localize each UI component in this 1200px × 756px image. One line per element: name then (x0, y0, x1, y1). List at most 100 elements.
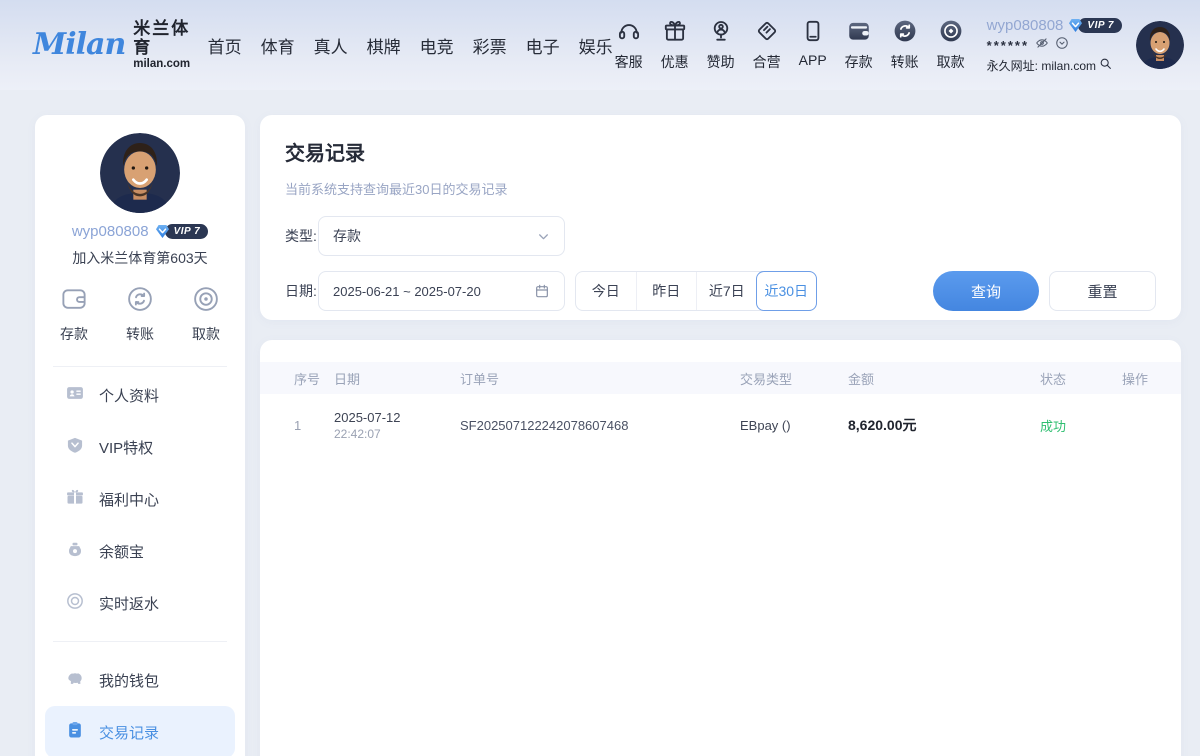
sidebar-divider-1 (53, 366, 227, 367)
range-7days-button[interactable]: 近7日 (696, 272, 757, 310)
gift-icon (662, 18, 688, 49)
range-today-button[interactable]: 今日 (576, 272, 636, 310)
quick-transfer-button[interactable]: 转账 (125, 284, 155, 344)
nav-item-lottery[interactable]: 彩票 (473, 33, 507, 58)
sidebar-item-transactions[interactable]: 交易记录 (45, 706, 235, 756)
magnifier-icon[interactable] (1099, 57, 1112, 73)
logo-domain-text: milan.com (133, 58, 190, 71)
date-range-input[interactable]: 2025-06-21 ~ 2025-07-20 (318, 271, 565, 311)
money-pot-icon (65, 539, 85, 563)
vip-shield-icon (65, 435, 85, 459)
piggy-wallet-icon (65, 668, 85, 692)
row-status-badge: 成功 (1040, 416, 1122, 435)
permanent-url-text: 永久网址: milan.com (987, 57, 1096, 74)
row-transaction-type: EBpay () (740, 418, 848, 433)
sidebar-item-transactions-label: 交易记录 (99, 722, 159, 743)
type-filter-row: 类型: 存款 (285, 216, 1156, 256)
sidebar-avatar[interactable] (100, 133, 180, 213)
col-index: 序号 (294, 369, 334, 388)
nav-item-cards[interactable]: 棋牌 (367, 33, 401, 58)
row-date-time: 22:42:07 (334, 427, 460, 441)
row-date: 2025-07-12 22:42:07 (334, 410, 460, 441)
range-yesterday-button[interactable]: 昨日 (636, 272, 697, 310)
nav-item-home[interactable]: 首页 (208, 33, 242, 58)
transfer-button[interactable]: 转账 (889, 18, 921, 72)
sidebar-item-benefits[interactable]: 福利中心 (35, 473, 245, 525)
sidebar-item-rebate[interactable]: 实时返水 (35, 577, 245, 629)
date-quick-range-group: 今日 昨日 近7日 近30日 (575, 271, 817, 311)
app-label: APP (799, 52, 827, 68)
col-type: 交易类型 (740, 369, 848, 388)
partner-button[interactable]: 合营 (751, 18, 783, 72)
withdraw-button[interactable]: 取款 (935, 18, 967, 72)
transfer-outline-icon (125, 284, 155, 317)
deposit-button[interactable]: 存款 (843, 18, 875, 72)
sponsor-icon (708, 18, 734, 49)
type-label: 类型: (285, 226, 318, 246)
transfer-icon (892, 18, 918, 49)
chevron-circle-icon[interactable] (1055, 36, 1069, 55)
row-index: 1 (294, 418, 334, 433)
col-action: 操作 (1122, 369, 1156, 388)
app-button[interactable]: APP (797, 18, 829, 68)
vip-level-text: VIP 7 (1078, 18, 1122, 33)
range-30days-button[interactable]: 近30日 (756, 271, 818, 311)
rebate-coin-icon (65, 591, 85, 615)
sidebar-item-wallet-label: 我的钱包 (99, 670, 159, 691)
sidebar-quick-actions: 存款 转账 取款 (35, 284, 245, 344)
eye-off-icon[interactable] (1035, 36, 1049, 55)
sidebar-item-vip[interactable]: VIP特权 (35, 421, 245, 473)
headset-icon (616, 18, 642, 49)
sidebar-username-text: wyp080808 (72, 223, 149, 240)
nav-item-entertainment[interactable]: 娱乐 (579, 33, 613, 58)
sidebar-vip-badge: VIP 7 (154, 223, 209, 240)
brand-logo[interactable]: Milan 米兰体育 milan.com (33, 19, 191, 71)
table-row: 1 2025-07-12 22:42:07 SF2025071222420786… (260, 394, 1181, 456)
withdraw-label: 取款 (937, 52, 965, 72)
quick-deposit-label: 存款 (60, 324, 88, 344)
sidebar-menu-wallet: 我的钱包 交易记录 (35, 654, 245, 756)
sidebar-item-yuebao[interactable]: 余额宝 (35, 525, 245, 577)
transactions-table-card: 序号 日期 订单号 交易类型 金额 状态 操作 1 2025-07-12 22:… (260, 340, 1181, 756)
query-button[interactable]: 查询 (933, 271, 1039, 311)
sponsor-button[interactable]: 赞助 (705, 18, 737, 72)
partner-icon (754, 18, 780, 49)
sidebar-item-yuebao-label: 余额宝 (99, 541, 144, 562)
nav-item-esports[interactable]: 电竞 (420, 33, 454, 58)
page-subtitle: 当前系统支持查询最近30日的交易记录 (285, 179, 1181, 198)
profile-sidebar: wyp080808 VIP 7 加入米兰体育第603天 存款 (35, 115, 245, 756)
nav-item-sports[interactable]: 体育 (261, 33, 295, 58)
sidebar-item-rebate-label: 实时返水 (99, 593, 159, 614)
deposit-label: 存款 (845, 52, 873, 72)
header-quick-icons: 客服 优惠 (613, 18, 967, 72)
quick-withdraw-button[interactable]: 取款 (191, 284, 221, 344)
vip-badge: VIP 7 (1067, 17, 1122, 34)
clipboard-record-icon (65, 720, 85, 744)
sponsor-label: 赞助 (707, 52, 735, 72)
sidebar-item-vip-label: VIP特权 (99, 437, 153, 458)
sidebar-item-profile-label: 个人资料 (99, 385, 159, 406)
nav-item-slots[interactable]: 电子 (526, 33, 560, 58)
reset-button[interactable]: 重置 (1049, 271, 1156, 311)
gift-box-icon (65, 487, 85, 511)
logo-script-text: Milan (33, 30, 125, 60)
sidebar-item-wallet[interactable]: 我的钱包 (35, 654, 245, 706)
col-date: 日期 (334, 369, 460, 388)
masked-balance-text: ****** (987, 38, 1029, 53)
service-button[interactable]: 客服 (613, 18, 645, 72)
promo-button[interactable]: 优惠 (659, 18, 691, 72)
user-avatar[interactable] (1136, 21, 1184, 69)
logo-cn-text: 米兰体育 (133, 19, 190, 58)
type-select[interactable]: 存款 (318, 216, 565, 256)
service-label: 客服 (615, 52, 643, 72)
transfer-label: 转账 (891, 52, 919, 72)
date-filter-row: 日期: 2025-06-21 ~ 2025-07-20 今日 昨日 近7日 近3… (285, 271, 1156, 311)
col-amount: 金额 (848, 369, 1040, 388)
row-amount: 8,620.00元 (848, 415, 1040, 435)
withdraw-outline-icon (191, 284, 221, 317)
sidebar-item-profile[interactable]: 个人资料 (35, 369, 245, 421)
main-nav: 首页 体育 真人 棋牌 电竞 彩票 电子 娱乐 (208, 33, 613, 58)
sidebar-item-benefits-label: 福利中心 (99, 489, 159, 510)
quick-deposit-button[interactable]: 存款 (59, 284, 89, 344)
nav-item-live[interactable]: 真人 (314, 33, 348, 58)
